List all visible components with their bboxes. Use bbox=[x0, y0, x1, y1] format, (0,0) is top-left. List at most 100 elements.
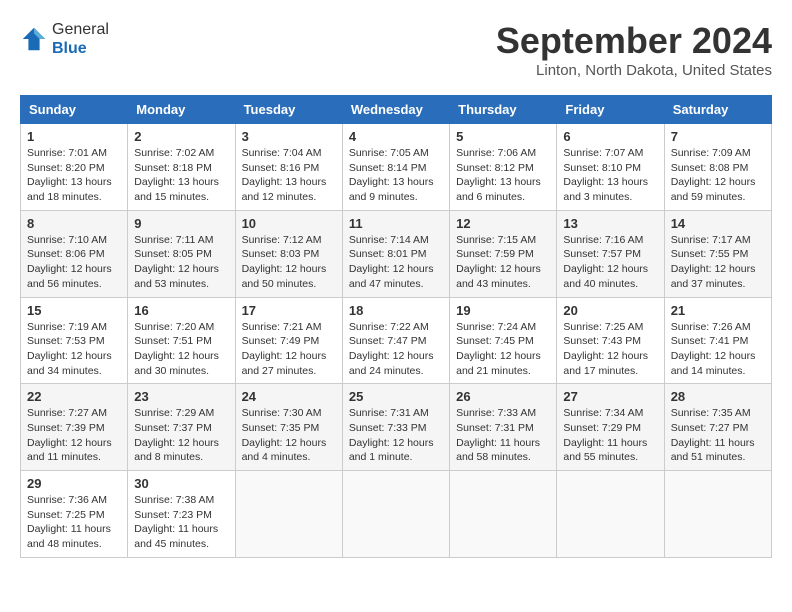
calendar-day-cell: 29 Sunrise: 7:36 AMSunset: 7:25 PMDayligh… bbox=[21, 471, 128, 558]
calendar-day-cell: 15 Sunrise: 7:19 AMSunset: 7:53 PMDayligh… bbox=[21, 297, 128, 384]
day-info: Sunrise: 7:09 AMSunset: 8:08 PMDaylight:… bbox=[671, 146, 765, 205]
day-info: Sunrise: 7:12 AMSunset: 8:03 PMDaylight:… bbox=[242, 233, 336, 292]
day-number: 17 bbox=[242, 303, 336, 318]
calendar-day-cell bbox=[235, 471, 342, 558]
weekday-header: Thursday bbox=[450, 96, 557, 124]
weekday-header: Sunday bbox=[21, 96, 128, 124]
day-number: 23 bbox=[134, 389, 228, 404]
day-info: Sunrise: 7:33 AMSunset: 7:31 PMDaylight:… bbox=[456, 406, 550, 465]
day-number: 6 bbox=[563, 129, 657, 144]
calendar-day-cell: 20Sunrise: 7:25 AMSunset: 7:43 PMDayligh… bbox=[557, 297, 664, 384]
logo-general: General bbox=[52, 20, 109, 39]
day-info: Sunrise: 7:19 AMSunset: 7:53 PMDaylight:… bbox=[27, 320, 121, 379]
day-info: Sunrise: 7:16 AMSunset: 7:57 PMDaylight:… bbox=[563, 233, 657, 292]
calendar-day-cell: 4Sunrise: 7:05 AMSunset: 8:14 PMDaylight… bbox=[342, 124, 449, 211]
title-area: September 2024 Linton, North Dakota, Uni… bbox=[496, 20, 772, 79]
day-info: Sunrise: 7:27 AMSunset: 7:39 PMDaylight:… bbox=[27, 406, 121, 465]
calendar-day-cell: 24Sunrise: 7:30 AMSunset: 7:35 PMDayligh… bbox=[235, 384, 342, 471]
day-number: 18 bbox=[349, 303, 443, 318]
day-number: 20 bbox=[563, 303, 657, 318]
day-number: 28 bbox=[671, 389, 765, 404]
calendar-day-cell: 13 Sunrise: 7:16 AMSunset: 7:57 PMDayligh… bbox=[557, 210, 664, 297]
calendar-day-cell: 27Sunrise: 7:34 AMSunset: 7:29 PMDayligh… bbox=[557, 384, 664, 471]
calendar-day-cell: 5 Sunrise: 7:06 AMSunset: 8:12 PMDaylight… bbox=[450, 124, 557, 211]
day-info: Sunrise: 7:24 AMSunset: 7:45 PMDaylight:… bbox=[456, 320, 550, 379]
month-title: September 2024 bbox=[496, 20, 772, 62]
calendar-week-row: 1Sunrise: 7:01 AMSunset: 8:20 PMDaylight… bbox=[21, 124, 772, 211]
calendar-day-cell: 23 Sunrise: 7:29 AMSunset: 7:37 PMDayligh… bbox=[128, 384, 235, 471]
day-info: Sunrise: 7:17 AMSunset: 7:55 PMDaylight:… bbox=[671, 233, 765, 292]
day-info: Sunrise: 7:02 AMSunset: 8:18 PMDaylight:… bbox=[134, 146, 228, 205]
day-info: Sunrise: 7:38 AMSunset: 7:23 PMDaylight:… bbox=[134, 493, 228, 552]
calendar-week-row: 22 Sunrise: 7:27 AMSunset: 7:39 PMDayligh… bbox=[21, 384, 772, 471]
calendar-day-cell: 12 Sunrise: 7:15 AMSunset: 7:59 PMDayligh… bbox=[450, 210, 557, 297]
day-info: Sunrise: 7:20 AMSunset: 7:51 PMDaylight:… bbox=[134, 320, 228, 379]
day-number: 5 bbox=[456, 129, 550, 144]
day-number: 2 bbox=[134, 129, 228, 144]
logo-text: General Blue bbox=[52, 20, 109, 58]
day-number: 8 bbox=[27, 216, 121, 231]
day-info: Sunrise: 7:26 AMSunset: 7:41 PMDaylight:… bbox=[671, 320, 765, 379]
calendar-day-cell: 2 Sunrise: 7:02 AMSunset: 8:18 PMDaylight… bbox=[128, 124, 235, 211]
calendar-week-row: 29 Sunrise: 7:36 AMSunset: 7:25 PMDayligh… bbox=[21, 471, 772, 558]
calendar-day-cell: 11Sunrise: 7:14 AMSunset: 8:01 PMDayligh… bbox=[342, 210, 449, 297]
day-number: 24 bbox=[242, 389, 336, 404]
calendar-day-cell: 25 Sunrise: 7:31 AMSunset: 7:33 PMDayligh… bbox=[342, 384, 449, 471]
page-header: General Blue September 2024 Linton, Nort… bbox=[20, 20, 772, 79]
calendar-day-cell: 10 Sunrise: 7:12 AMSunset: 8:03 PMDayligh… bbox=[235, 210, 342, 297]
day-info: Sunrise: 7:31 AMSunset: 7:33 PMDaylight:… bbox=[349, 406, 443, 465]
day-number: 19 bbox=[456, 303, 550, 318]
day-number: 22 bbox=[27, 389, 121, 404]
calendar-day-cell: 22 Sunrise: 7:27 AMSunset: 7:39 PMDayligh… bbox=[21, 384, 128, 471]
calendar-day-cell: 6Sunrise: 7:07 AMSunset: 8:10 PMDaylight… bbox=[557, 124, 664, 211]
day-number: 15 bbox=[27, 303, 121, 318]
day-info: Sunrise: 7:06 AMSunset: 8:12 PMDaylight:… bbox=[456, 146, 550, 205]
calendar-day-cell: 8 Sunrise: 7:10 AMSunset: 8:06 PMDaylight… bbox=[21, 210, 128, 297]
calendar-day-cell: 7 Sunrise: 7:09 AMSunset: 8:08 PMDaylight… bbox=[664, 124, 771, 211]
weekday-header: Friday bbox=[557, 96, 664, 124]
calendar-week-row: 15 Sunrise: 7:19 AMSunset: 7:53 PMDayligh… bbox=[21, 297, 772, 384]
day-number: 25 bbox=[349, 389, 443, 404]
day-number: 11 bbox=[349, 216, 443, 231]
day-number: 30 bbox=[134, 476, 228, 491]
weekday-header: Saturday bbox=[664, 96, 771, 124]
day-info: Sunrise: 7:34 AMSunset: 7:29 PMDaylight:… bbox=[563, 406, 657, 465]
calendar-day-cell: 30 Sunrise: 7:38 AMSunset: 7:23 PMDayligh… bbox=[128, 471, 235, 558]
day-info: Sunrise: 7:01 AMSunset: 8:20 PMDaylight:… bbox=[27, 146, 121, 205]
calendar-day-cell bbox=[557, 471, 664, 558]
calendar-day-cell: 19 Sunrise: 7:24 AMSunset: 7:45 PMDayligh… bbox=[450, 297, 557, 384]
calendar-day-cell bbox=[450, 471, 557, 558]
calendar-table: SundayMondayTuesdayWednesdayThursdayFrid… bbox=[20, 95, 772, 558]
calendar-day-cell: 18 Sunrise: 7:22 AMSunset: 7:47 PMDayligh… bbox=[342, 297, 449, 384]
day-info: Sunrise: 7:29 AMSunset: 7:37 PMDaylight:… bbox=[134, 406, 228, 465]
calendar-day-cell: 14 Sunrise: 7:17 AMSunset: 7:55 PMDayligh… bbox=[664, 210, 771, 297]
day-info: Sunrise: 7:11 AMSunset: 8:05 PMDaylight:… bbox=[134, 233, 228, 292]
calendar-day-cell: 9 Sunrise: 7:11 AMSunset: 8:05 PMDaylight… bbox=[128, 210, 235, 297]
day-number: 13 bbox=[563, 216, 657, 231]
day-info: Sunrise: 7:35 AMSunset: 7:27 PMDaylight:… bbox=[671, 406, 765, 465]
weekday-header: Monday bbox=[128, 96, 235, 124]
day-number: 14 bbox=[671, 216, 765, 231]
calendar-day-cell: 16 Sunrise: 7:20 AMSunset: 7:51 PMDayligh… bbox=[128, 297, 235, 384]
day-info: Sunrise: 7:04 AMSunset: 8:16 PMDaylight:… bbox=[242, 146, 336, 205]
day-number: 12 bbox=[456, 216, 550, 231]
day-info: Sunrise: 7:05 AMSunset: 8:14 PMDaylight:… bbox=[349, 146, 443, 205]
day-number: 3 bbox=[242, 129, 336, 144]
day-info: Sunrise: 7:21 AMSunset: 7:49 PMDaylight:… bbox=[242, 320, 336, 379]
day-number: 10 bbox=[242, 216, 336, 231]
calendar-day-cell: 1Sunrise: 7:01 AMSunset: 8:20 PMDaylight… bbox=[21, 124, 128, 211]
day-number: 26 bbox=[456, 389, 550, 404]
calendar-day-cell bbox=[664, 471, 771, 558]
day-number: 7 bbox=[671, 129, 765, 144]
day-info: Sunrise: 7:15 AMSunset: 7:59 PMDaylight:… bbox=[456, 233, 550, 292]
day-number: 9 bbox=[134, 216, 228, 231]
logo-blue: Blue bbox=[52, 39, 109, 58]
calendar-header-row: SundayMondayTuesdayWednesdayThursdayFrid… bbox=[21, 96, 772, 124]
day-number: 16 bbox=[134, 303, 228, 318]
day-info: Sunrise: 7:10 AMSunset: 8:06 PMDaylight:… bbox=[27, 233, 121, 292]
weekday-header: Wednesday bbox=[342, 96, 449, 124]
day-info: Sunrise: 7:22 AMSunset: 7:47 PMDaylight:… bbox=[349, 320, 443, 379]
day-info: Sunrise: 7:36 AMSunset: 7:25 PMDaylight:… bbox=[27, 493, 121, 552]
calendar-day-cell: 17 Sunrise: 7:21 AMSunset: 7:49 PMDayligh… bbox=[235, 297, 342, 384]
day-number: 29 bbox=[27, 476, 121, 491]
